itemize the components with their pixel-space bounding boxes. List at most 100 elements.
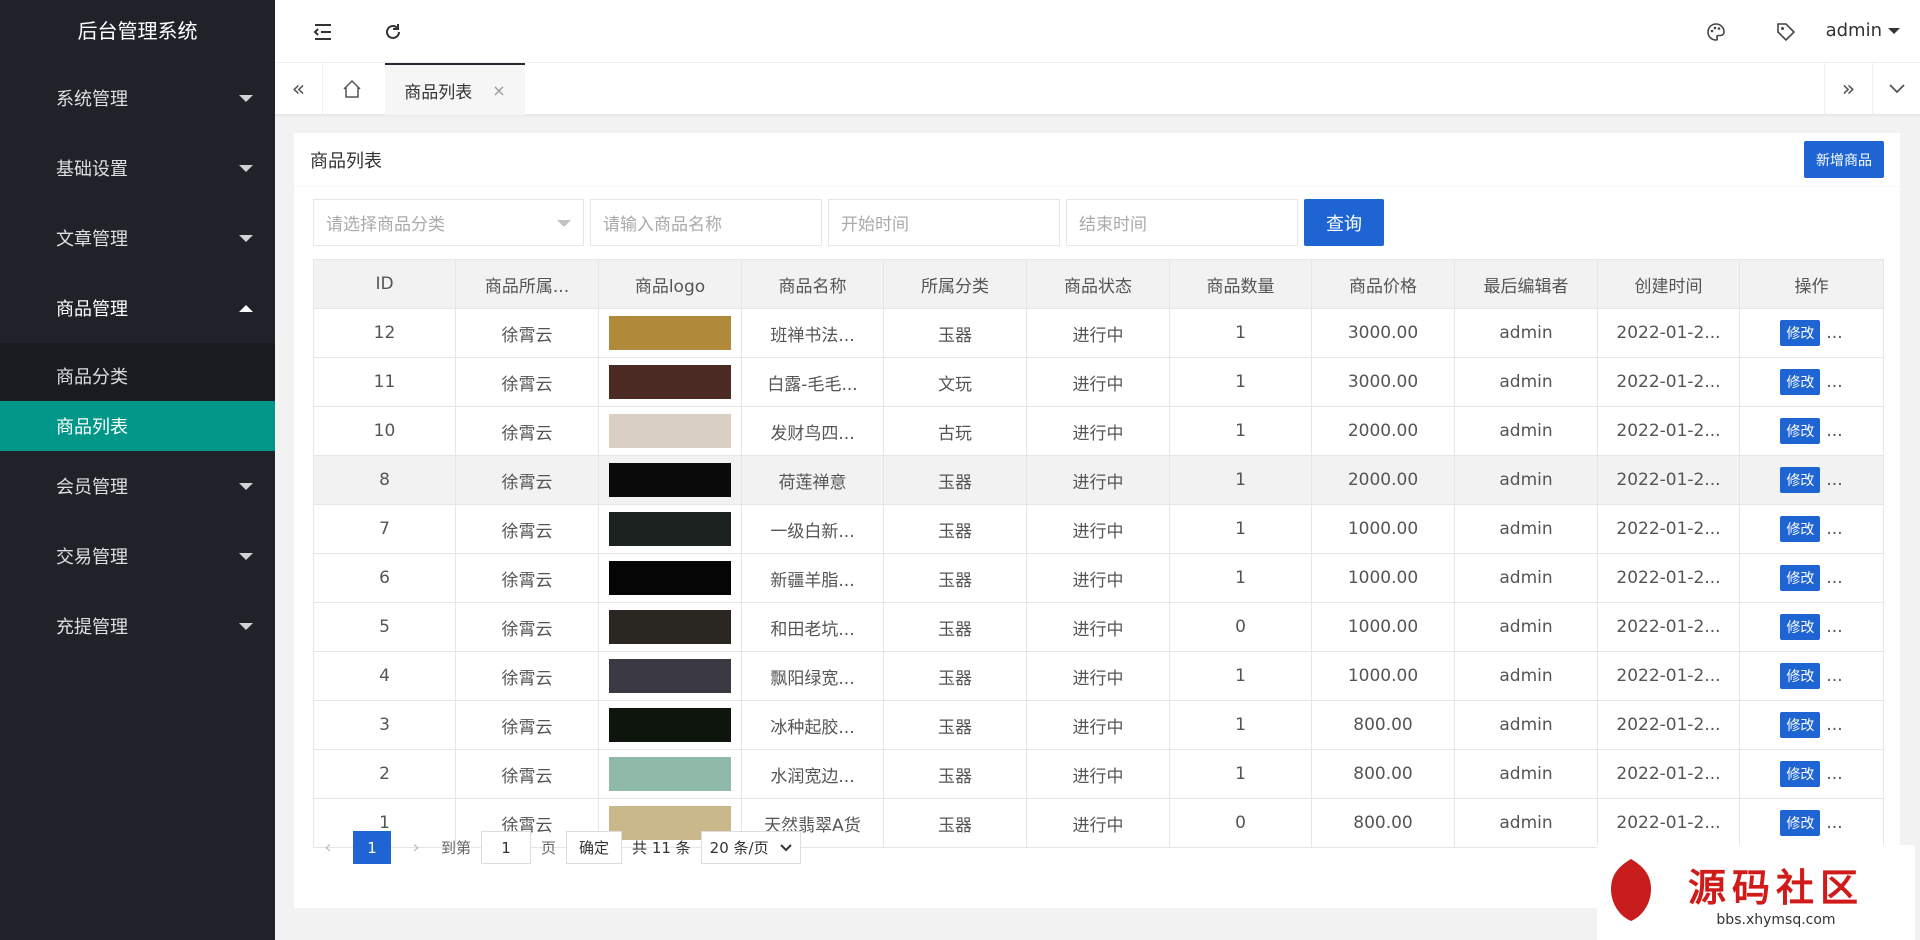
column-header: 商品logo [598, 259, 742, 309]
close-icon[interactable]: × [492, 81, 505, 100]
sidebar-item-goods[interactable]: 商品管理 [0, 273, 275, 343]
tabs-menu-icon[interactable] [1872, 63, 1920, 115]
cell-actions: 修改... [1739, 749, 1884, 799]
category-select[interactable]: 请选择商品分类 [313, 199, 584, 246]
more-actions[interactable]: ... [1826, 568, 1842, 588]
cell-actions: 修改... [1739, 651, 1884, 701]
more-actions[interactable]: ... [1826, 519, 1842, 539]
more-actions[interactable]: ... [1826, 372, 1842, 392]
home-icon[interactable] [328, 63, 376, 115]
edit-button[interactable]: 修改 [1780, 467, 1821, 493]
cell-actions: 修改... [1739, 602, 1884, 652]
edit-button[interactable]: 修改 [1780, 810, 1821, 836]
goods-logo-cell [598, 455, 742, 505]
cell-cat: 玉器 [883, 504, 1027, 554]
goto-label: 到第 [441, 839, 472, 857]
cell-status: 进行中 [1026, 651, 1170, 701]
edit-button[interactable]: 修改 [1780, 418, 1821, 444]
sidebar-item-label: 文章管理 [56, 229, 128, 250]
sidebar-item-trade[interactable]: 交易管理 [0, 521, 275, 591]
confirm-page-button[interactable]: 确定 [566, 831, 623, 864]
cell-editor: admin [1454, 455, 1598, 505]
edit-button[interactable]: 修改 [1780, 663, 1821, 689]
tab-goods-list[interactable]: 商品列表 × [385, 63, 525, 115]
next-page-icon[interactable]: › [401, 837, 431, 858]
more-actions[interactable]: ... [1826, 813, 1842, 833]
prev-page-icon[interactable]: ‹ [313, 837, 343, 858]
cell-name: 冰种起胶... [741, 700, 884, 750]
table-row[interactable]: 7 徐霄云 一级白新... 玉器 进行中 1 1000.00 admin 2022-01-2..… [313, 504, 1884, 554]
table-row[interactable]: 3 徐霄云 冰种起胶... 玉器 进行中 1 800.00 admin 2022-01-2...… [313, 700, 1884, 750]
page-current[interactable]: 1 [353, 831, 391, 864]
sidebar-item-article[interactable]: 文章管理 [0, 203, 275, 273]
table-row[interactable]: 8 徐霄云 荷莲禅意 玉器 进行中 1 2000.00 admin 2022-01-2... 修改… [313, 455, 1884, 505]
more-actions[interactable]: ... [1826, 764, 1842, 784]
more-actions[interactable]: ... [1826, 421, 1842, 441]
table-row[interactable]: 10 徐霄云 发财鸟四... 古玩 进行中 1 2000.00 admin 2022-01-2.… [313, 406, 1884, 456]
cell-editor: admin [1454, 602, 1598, 652]
query-button[interactable]: 查询 [1304, 199, 1384, 246]
user-menu[interactable]: admin [1826, 20, 1900, 41]
cell-owner: 徐霄云 [455, 504, 599, 554]
sidebar-subitem-goods-category[interactable]: 商品分类 [0, 351, 275, 401]
cell-owner: 徐霄云 [455, 553, 599, 603]
edit-button[interactable]: 修改 [1780, 712, 1821, 738]
add-goods-button[interactable]: 新增商品 [1804, 141, 1884, 178]
menu-collapse-icon[interactable] [311, 20, 335, 44]
cell-cat: 文玩 [883, 357, 1027, 407]
cell-actions: 修改... [1739, 357, 1884, 407]
more-actions[interactable]: ... [1826, 323, 1842, 343]
tabs-scroll-right-icon[interactable]: » [1824, 63, 1872, 115]
refresh-icon[interactable] [381, 20, 405, 44]
tabs-scroll-left-icon[interactable]: « [275, 63, 323, 115]
sidebar-item-member[interactable]: 会员管理 [0, 451, 275, 521]
sidebar-item-system[interactable]: 系统管理 [0, 63, 275, 133]
cell-price: 1000.00 [1311, 651, 1455, 701]
goods-logo-cell [598, 749, 742, 799]
end-time-input[interactable]: 结束时间 [1066, 199, 1298, 246]
cell-qty: 1 [1169, 455, 1312, 505]
end-time-placeholder: 结束时间 [1079, 215, 1147, 235]
more-actions[interactable]: ... [1826, 617, 1842, 637]
cell-actions: 修改... [1739, 308, 1884, 358]
theme-palette-icon[interactable] [1704, 20, 1728, 44]
more-actions[interactable]: ... [1826, 470, 1842, 490]
cell-cat: 玉器 [883, 798, 1027, 848]
cell-name: 发财鸟四... [741, 406, 884, 456]
sidebar-item-recharge[interactable]: 充提管理 [0, 591, 275, 661]
edit-button[interactable]: 修改 [1780, 565, 1821, 591]
tag-icon[interactable] [1774, 20, 1798, 44]
edit-button[interactable]: 修改 [1780, 516, 1821, 542]
page-size-select[interactable]: 20 条/页 [700, 831, 801, 864]
edit-button[interactable]: 修改 [1780, 614, 1821, 640]
column-header: 商品数量 [1169, 259, 1312, 309]
table-row[interactable]: 12 徐霄云 班禅书法... 玉器 进行中 1 3000.00 admin 2022-01-2.… [313, 308, 1884, 358]
goods-logo-cell [598, 504, 742, 554]
goods-name-input[interactable]: 请输入商品名称 [590, 199, 822, 246]
more-actions[interactable]: ... [1826, 666, 1842, 686]
table-row[interactable]: 6 徐霄云 新疆羊脂... 玉器 进行中 1 1000.00 admin 2022-01-2..… [313, 553, 1884, 603]
cell-cat: 玉器 [883, 553, 1027, 603]
goto-page-input[interactable]: 1 [481, 831, 532, 864]
edit-button[interactable]: 修改 [1780, 761, 1821, 787]
edit-button[interactable]: 修改 [1780, 369, 1821, 395]
cell-owner: 徐霄云 [455, 651, 599, 701]
goods-logo-cell [598, 700, 742, 750]
cell-time: 2022-01-2... [1597, 357, 1740, 407]
cell-qty: 1 [1169, 651, 1312, 701]
goods-logo-image [609, 316, 731, 350]
edit-button[interactable]: 修改 [1780, 320, 1821, 346]
table-row[interactable]: 2 徐霄云 水润宽边... 玉器 进行中 1 800.00 admin 2022-01-2...… [313, 749, 1884, 799]
sidebar-subitem-goods-list[interactable]: 商品列表 [0, 401, 275, 451]
start-time-input[interactable]: 开始时间 [828, 199, 1060, 246]
cell-price: 2000.00 [1311, 455, 1455, 505]
more-actions[interactable]: ... [1826, 715, 1842, 735]
cell-id: 6 [313, 553, 456, 603]
cell-qty: 0 [1169, 798, 1312, 848]
column-header: 最后编辑者 [1454, 259, 1598, 309]
sidebar-item-basic[interactable]: 基础设置 [0, 133, 275, 203]
table-row[interactable]: 4 徐霄云 飘阳绿宽... 玉器 进行中 1 1000.00 admin 2022-01-2..… [313, 651, 1884, 701]
cell-name: 白露-毛毛... [741, 357, 884, 407]
table-row[interactable]: 11 徐霄云 白露-毛毛... 文玩 进行中 1 3000.00 admin 2022-01-2… [313, 357, 1884, 407]
table-row[interactable]: 5 徐霄云 和田老坑... 玉器 进行中 0 1000.00 admin 2022-01-2..… [313, 602, 1884, 652]
